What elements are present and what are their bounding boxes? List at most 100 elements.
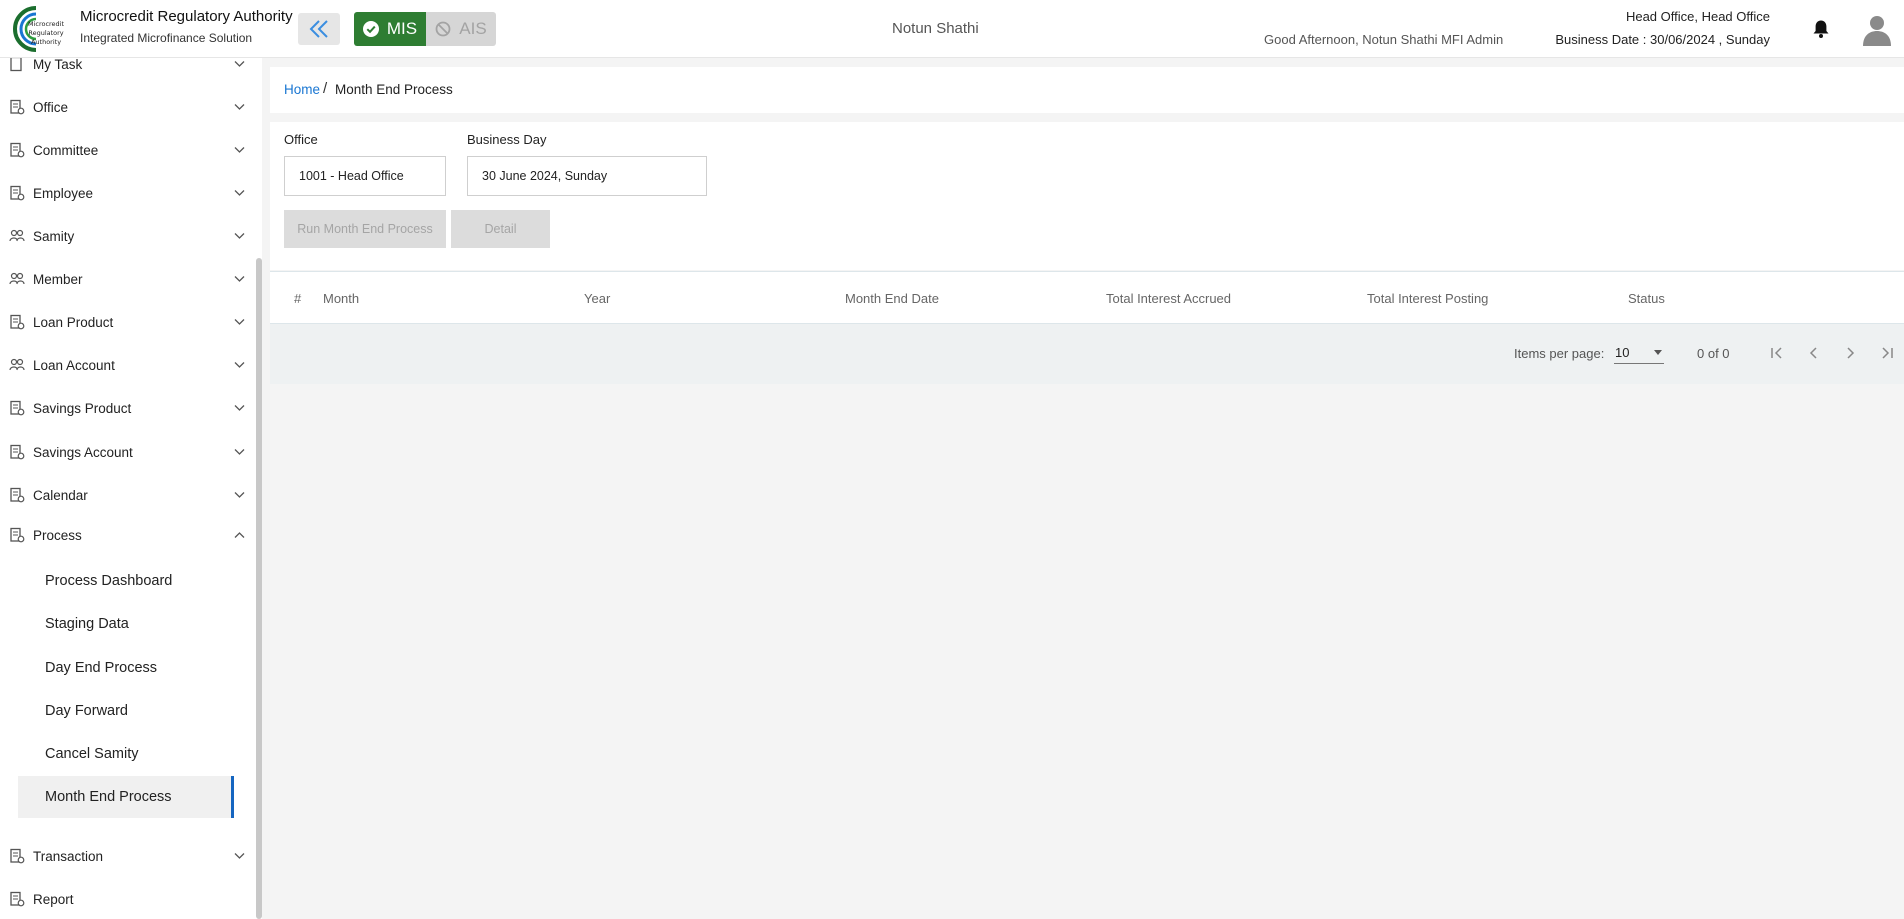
sidebar-item-process[interactable]: Process: [0, 515, 256, 555]
sidebar-item-samity[interactable]: Samity: [0, 216, 256, 256]
process-icon: [10, 527, 25, 543]
calendar-icon: [10, 487, 25, 503]
last-page-button[interactable]: [1874, 340, 1900, 366]
subitem-label: Day Forward: [45, 703, 128, 719]
savings-account-icon: [10, 444, 25, 460]
greeting-text: Good Afternoon, Notun Shathi MFI Admin: [1264, 32, 1504, 47]
sidebar-subitem-day-forward[interactable]: Day Forward: [18, 690, 234, 732]
subitem-label: Day End Process: [45, 660, 158, 676]
items-per-page-label: Items per page:: [1514, 346, 1605, 361]
month-end-table: # Month Year Month End Date Total Intere…: [270, 271, 1904, 324]
chevron-left-icon: [1809, 347, 1817, 359]
sidebar-subitem-month-end-process[interactable]: Month End Process: [18, 776, 234, 818]
run-month-end-process-button[interactable]: Run Month End Process: [284, 210, 446, 248]
chevron-down-icon: [234, 492, 245, 498]
committee-icon: [10, 142, 25, 158]
ais-label: AIS: [459, 19, 487, 38]
office-field[interactable]: [284, 156, 446, 196]
sidebar-item-transaction[interactable]: Transaction: [0, 836, 256, 876]
sidebar-item-label: Report: [33, 891, 74, 907]
block-icon: [435, 21, 451, 37]
sidebar-item-label: Employee: [33, 185, 94, 201]
mra-logo[interactable]: Microcredit Regulatory Authority: [6, 4, 72, 54]
business-day-label: Business Day: [467, 132, 547, 147]
sidebar-item-office[interactable]: Office: [0, 87, 256, 127]
sidebar-item-savings-account[interactable]: Savings Account: [0, 432, 256, 472]
ais-toggle-button[interactable]: AIS: [426, 12, 496, 46]
items-per-page-select[interactable]: 10: [1614, 342, 1664, 364]
check-circle-icon: [362, 21, 379, 37]
user-avatar[interactable]: [1862, 14, 1892, 46]
breadcrumb-home-link[interactable]: Home: [284, 82, 320, 97]
chevron-right-icon: [1847, 347, 1855, 359]
task-icon: [10, 58, 22, 72]
column-header-index[interactable]: #: [294, 291, 301, 306]
paginator: Items per page: 10 0 of 0: [270, 324, 1904, 384]
collapse-sidebar-button[interactable]: [298, 13, 340, 45]
chevron-down-icon: [234, 104, 245, 110]
sidebar-item-label: Savings Product: [33, 400, 132, 416]
chevron-down-icon: [234, 233, 245, 239]
last-page-icon: [1882, 347, 1893, 359]
mis-toggle-button[interactable]: MIS: [354, 12, 426, 46]
sidebar-item-loan-account[interactable]: Loan Account: [0, 345, 256, 385]
sidebar-item-label: My Task: [33, 58, 83, 72]
caret-down-icon: [1654, 350, 1662, 355]
column-header-year[interactable]: Year: [584, 291, 610, 306]
sidebar-subitem-day-end-process[interactable]: Day End Process: [18, 647, 234, 689]
sidebar-item-label: Office: [33, 99, 69, 115]
sidebar-subitem-cancel-samity[interactable]: Cancel Samity: [18, 733, 234, 775]
loan-account-icon: [9, 358, 25, 371]
sidebar-item-calendar[interactable]: Calendar: [0, 475, 256, 515]
previous-page-button[interactable]: [1801, 340, 1827, 366]
page-range-label: 0 of 0: [1697, 346, 1730, 361]
double-chevron-left-icon: [309, 20, 328, 38]
sidebar-item-my-task[interactable]: My Task: [0, 58, 256, 84]
svg-text:Authority: Authority: [31, 38, 61, 46]
first-page-button[interactable]: [1764, 340, 1790, 366]
report-icon: [10, 891, 25, 907]
org-subtitle: Integrated Microfinance Solution: [80, 31, 253, 45]
breadcrumb-separator: /: [323, 80, 328, 97]
sidebar: My Task Office Committee Employee Samity…: [0, 58, 262, 919]
mis-label: MIS: [386, 19, 418, 38]
column-header-status[interactable]: Status: [1628, 291, 1665, 306]
chevron-down-icon: [234, 853, 245, 859]
business-day-field[interactable]: [467, 156, 707, 196]
sidebar-item-employee[interactable]: Employee: [0, 173, 256, 213]
sidebar-item-report[interactable]: Report: [0, 879, 256, 919]
office-icon: [10, 99, 25, 115]
svg-text:Microcredit: Microcredit: [28, 20, 65, 28]
subitem-label: Process Dashboard: [45, 573, 173, 589]
sidebar-scrollbar[interactable]: [256, 258, 262, 919]
sidebar-item-member[interactable]: Member: [0, 259, 256, 299]
sidebar-item-label: Member: [33, 271, 83, 287]
samity-icon: [9, 229, 25, 242]
next-page-button[interactable]: [1837, 340, 1863, 366]
mfi-name: Notun Shathi: [892, 20, 979, 37]
sidebar-item-loan-product[interactable]: Loan Product: [0, 302, 256, 342]
chevron-down-icon: [234, 190, 245, 196]
transaction-icon: [10, 848, 25, 864]
column-header-month-end-date[interactable]: Month End Date: [845, 291, 939, 306]
column-header-month[interactable]: Month: [323, 291, 359, 306]
chevron-down-icon: [234, 147, 245, 153]
month-end-form: Office Business Day Run Month End Proces…: [270, 122, 1904, 270]
subitem-label: Staging Data: [45, 616, 129, 632]
sidebar-item-label: Samity: [33, 228, 75, 244]
column-header-total-interest-accrued[interactable]: Total Interest Accrued: [1106, 291, 1231, 306]
sidebar-subitem-process-dashboard[interactable]: Process Dashboard: [18, 560, 234, 602]
member-icon: [9, 272, 25, 285]
sidebar-item-committee[interactable]: Committee: [0, 130, 256, 170]
breadcrumb-current: Month End Process: [335, 82, 453, 97]
notification-bell-icon[interactable]: [1812, 19, 1830, 39]
column-header-total-interest-posting[interactable]: Total Interest Posting: [1367, 291, 1488, 306]
chevron-down-icon: [234, 405, 245, 411]
sidebar-item-label: Savings Account: [33, 444, 133, 460]
employee-icon: [10, 185, 25, 201]
detail-button[interactable]: Detail: [451, 210, 550, 248]
sidebar-item-label: Transaction: [33, 848, 104, 864]
svg-text:Regulatory: Regulatory: [28, 29, 63, 37]
sidebar-subitem-staging-data[interactable]: Staging Data: [18, 603, 234, 645]
sidebar-item-savings-product[interactable]: Savings Product: [0, 388, 256, 428]
